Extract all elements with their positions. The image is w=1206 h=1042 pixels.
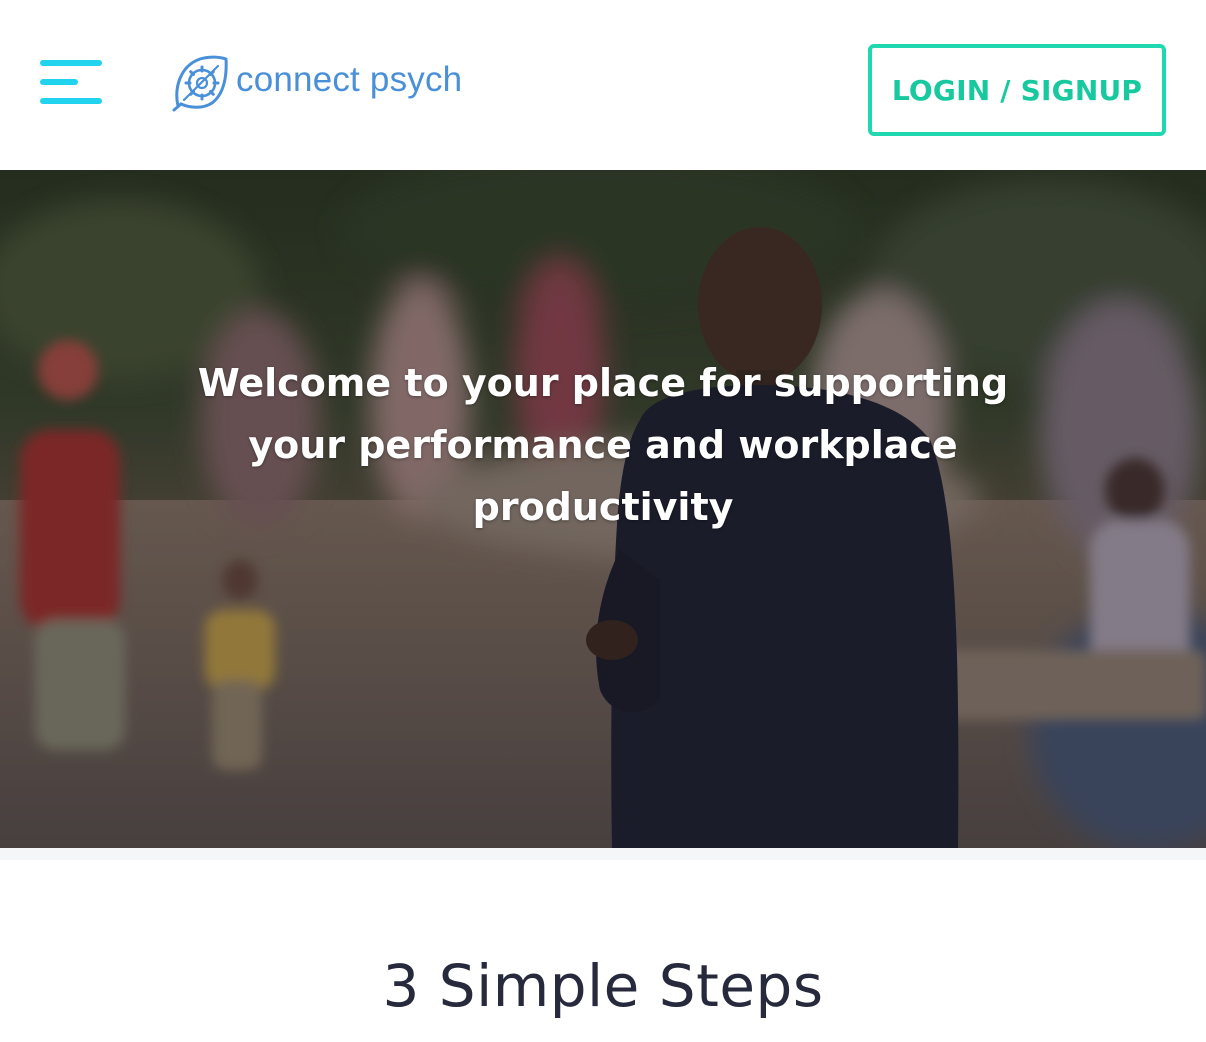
brand-name: connect psych (236, 60, 463, 99)
steps-section: 3 Simple Steps (0, 860, 1206, 1042)
menu-bar-bottom (40, 98, 102, 104)
menu-bar-middle (40, 79, 78, 85)
menu-bar-top (40, 60, 102, 66)
hero-heading: Welcome to your place for supporting you… (197, 361, 1009, 529)
hero-section: Welcome to your place for supporting you… (0, 170, 1206, 848)
login-signup-button[interactable]: LOGIN / SIGNUP (868, 44, 1166, 136)
section-divider (0, 848, 1206, 860)
brand-home-link[interactable]: connect psych (172, 54, 462, 112)
steps-title: 3 Simple Steps (382, 952, 824, 1020)
site-header: connect psych LOGIN / SIGNUP (0, 0, 1206, 170)
hamburger-menu-icon[interactable] (38, 58, 104, 110)
leaf-gear-logo-icon (172, 55, 228, 112)
